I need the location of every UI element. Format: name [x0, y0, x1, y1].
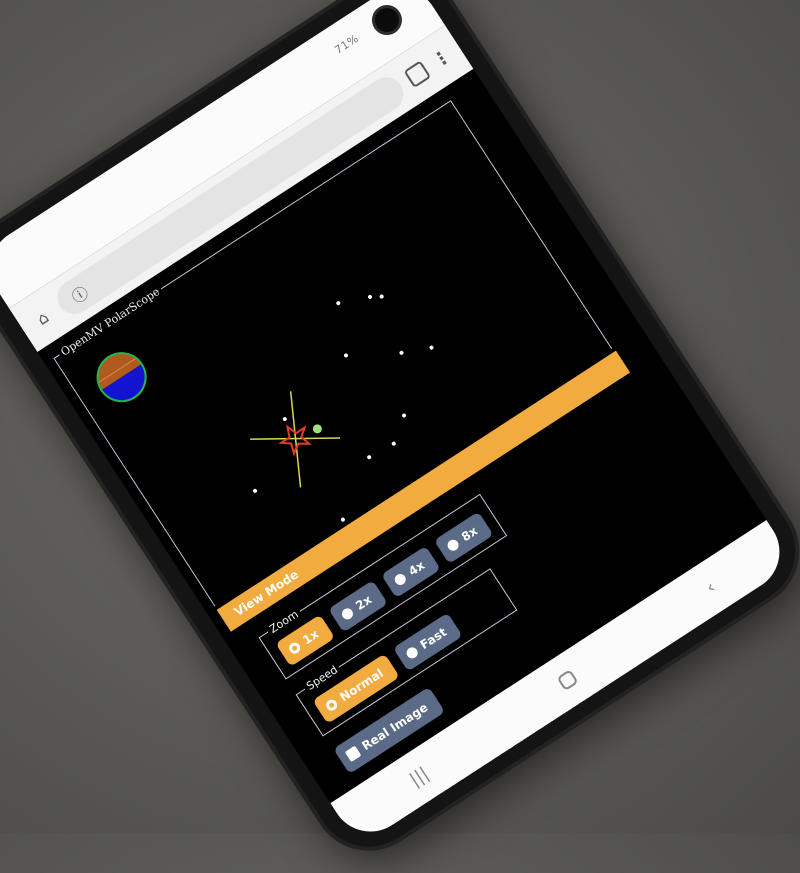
- zoom-4x-label: 4x: [406, 558, 428, 579]
- info-icon[interactable]: ⓘ: [64, 278, 94, 308]
- back-icon[interactable]: ‹: [702, 576, 719, 598]
- radio-icon: [445, 537, 461, 553]
- radio-selected-icon: [286, 640, 302, 656]
- phone-screen: 71% ⌂ ⓘ ⋮ OpenMV PolarScope View Mode Zo…: [0, 0, 795, 847]
- zoom-8x-label: 8x: [458, 523, 481, 545]
- speed-normal-label: Normal: [337, 665, 386, 705]
- speed-fast-button[interactable]: Fast: [392, 612, 464, 672]
- tabs-icon[interactable]: [403, 60, 432, 89]
- phone-device: 71% ⌂ ⓘ ⋮ OpenMV PolarScope View Mode Zo…: [0, 0, 800, 873]
- radio-icon: [392, 571, 408, 587]
- speed-fast-label: Fast: [417, 624, 450, 653]
- checkbox-icon[interactable]: [344, 745, 362, 763]
- radio-icon: [339, 605, 355, 621]
- battery-level: 71%: [332, 31, 362, 57]
- zoom-1x-label: 1x: [300, 626, 322, 648]
- menu-dots-icon[interactable]: ⋮: [428, 45, 455, 72]
- radio-icon: [404, 644, 420, 661]
- radio-selected-icon: [323, 697, 339, 713]
- zoom-8x-button[interactable]: 8x: [434, 511, 494, 564]
- zoom-2x-label: 2x: [353, 592, 375, 613]
- recents-icon[interactable]: |||: [406, 763, 433, 791]
- nav-home-icon[interactable]: [556, 669, 579, 692]
- front-camera: [370, 3, 404, 37]
- zoom-4x-button[interactable]: 4x: [381, 545, 442, 599]
- home-icon[interactable]: ⌂: [27, 302, 57, 332]
- zoom-2x-button[interactable]: 2x: [328, 580, 389, 633]
